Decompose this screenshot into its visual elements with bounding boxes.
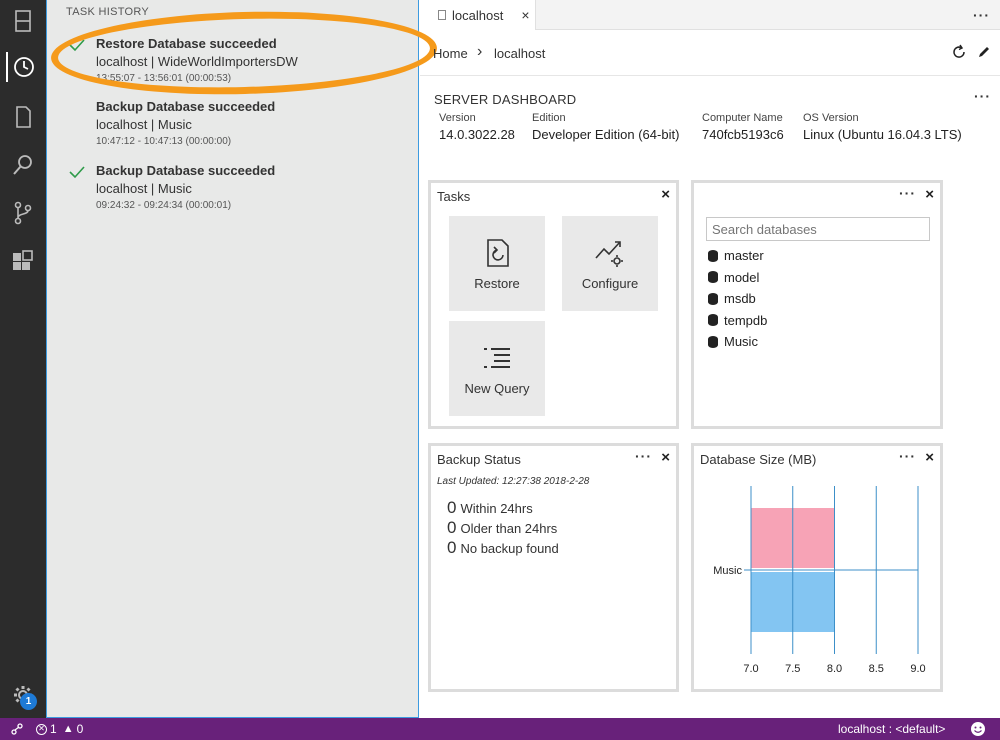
database-icon [708,314,718,327]
tab-label: localhost [452,7,504,23]
database-size-chart: Music 7.0 7.5 8.0 8.5 9.0 [713,486,926,675]
prop-version: Version 14.0.3022.28 [439,112,515,142]
search-icon[interactable] [8,150,38,180]
prop-os-version: OS Version Linux (Ubuntu 16.04.3 LTS) [803,112,962,142]
file-icon [438,10,446,20]
list-item[interactable]: tempdb [708,310,767,332]
breadcrumb-home[interactable]: Home [433,46,468,61]
database-icon [708,271,718,284]
x-tick-label: 8.5 [869,663,884,675]
configure-button[interactable]: Configure [562,216,658,311]
task-history-panel: TASK HISTORY Restore Database succeeded … [46,0,439,718]
x-tick-label: 9.0 [910,663,925,675]
status-bar: ✕ 1 ▲ 0 localhost : <default> [0,718,1000,740]
task-subtitle: localhost | Music [96,181,192,196]
success-check-icon [69,166,85,179]
task-history-icon[interactable] [6,52,40,82]
dashboard-header: SERVER DASHBOARD [434,92,576,107]
search-databases-input[interactable] [706,217,930,241]
databases-widget: ··· × master model msdb tempdb Music [691,180,943,429]
chevron-right-icon: › [477,43,483,60]
error-icon: ✕ [36,723,47,735]
source-control-icon[interactable] [8,198,38,228]
edit-icon[interactable] [976,44,992,60]
backup-stat-row: 0 No backup found [447,538,559,557]
warning-count: 0 [76,722,84,736]
task-title: Backup Database succeeded [96,99,276,114]
list-item[interactable]: msdb [708,288,767,310]
backup-stat-row: 0 Within 24hrs [447,498,533,517]
x-tick-label: 7.5 [785,663,800,675]
warning-icon: ▲ [62,723,74,735]
explorer-icon[interactable] [8,102,38,132]
tasks-widget: Tasks × Restore Configure New Query [428,180,679,429]
configure-icon [595,241,623,267]
close-icon[interactable]: × [925,186,934,203]
panel-title: TASK HISTORY [66,6,150,18]
close-icon[interactable]: × [661,186,670,203]
x-tick-label: 8.0 [827,663,842,675]
extensions-icon[interactable] [8,246,38,276]
last-updated: Last Updated: 12:27:38 2018-2-28 [437,476,590,487]
success-check-icon [69,39,85,52]
task-time: 13:55:07 - 13:56:01 (00:00:53) [96,73,232,84]
breadcrumb-current: localhost [494,46,546,61]
dashboard-more-icon[interactable]: ··· [974,89,991,103]
problems-indicator[interactable]: ✕ 1 ▲ 0 [36,722,83,736]
servers-icon[interactable] [8,6,38,36]
widget-more-icon[interactable]: ··· [635,449,652,463]
list-item[interactable]: Music [708,331,767,353]
task-subtitle: localhost | WideWorldImportersDW [96,54,298,69]
category-label: Music [713,565,742,577]
restore-icon [487,239,509,267]
database-icon [708,335,718,348]
widget-title: Tasks [437,189,471,204]
feedback-smiley-icon[interactable] [970,721,986,737]
backup-status-widget: Backup Status ··· × Last Updated: 12:27:… [428,443,679,692]
highlight-annotation [49,6,439,100]
close-icon[interactable]: × [661,449,670,466]
widget-more-icon[interactable]: ··· [899,186,916,200]
backup-stat-row: 0 Older than 24hrs [447,518,558,537]
database-list: master model msdb tempdb Music [708,245,767,353]
prop-edition: Edition Developer Edition (64-bit) [532,112,680,142]
prop-computer-name: Computer Name 740fcb5193c6 [702,112,784,142]
restore-button[interactable]: Restore [449,216,545,311]
task-time: 09:24:32 - 09:24:34 (00:00:01) [96,200,232,211]
tab-localhost[interactable]: localhost × [420,0,536,30]
more-actions-icon[interactable]: ··· [973,8,990,22]
task-time: 10:47:12 - 10:47:13 (00:00:00) [96,136,232,147]
database-icon [708,292,718,305]
list-item[interactable]: master [708,245,767,267]
task-title: Restore Database succeeded [96,36,277,51]
task-subtitle: localhost | Music [96,117,192,132]
refresh-icon[interactable] [951,44,967,60]
new-query-icon [484,348,510,368]
database-size-widget: Database Size (MB) ··· × Music 7.0 7.5 8.0 8… [691,443,943,692]
connection-status[interactable]: localhost : <default> [838,722,945,736]
widget-title: Backup Status [437,452,521,467]
breadcrumb: Home › localhost [420,30,1000,76]
database-icon [708,249,718,262]
x-tick-label: 7.0 [743,663,758,675]
settings-badge: 1 [20,693,37,710]
task-title: Backup Database succeeded [96,163,276,178]
new-query-button[interactable]: New Query [449,321,545,416]
error-count: 1 [50,722,57,736]
page-title: SERVER DASHBOARD [434,92,577,107]
remote-icon[interactable] [10,722,24,736]
tab-close-button[interactable]: × [521,7,529,23]
editor-tabbar: localhost × ··· [420,0,1000,30]
activity-bar: 1 [0,0,46,718]
list-item[interactable]: model [708,267,767,289]
